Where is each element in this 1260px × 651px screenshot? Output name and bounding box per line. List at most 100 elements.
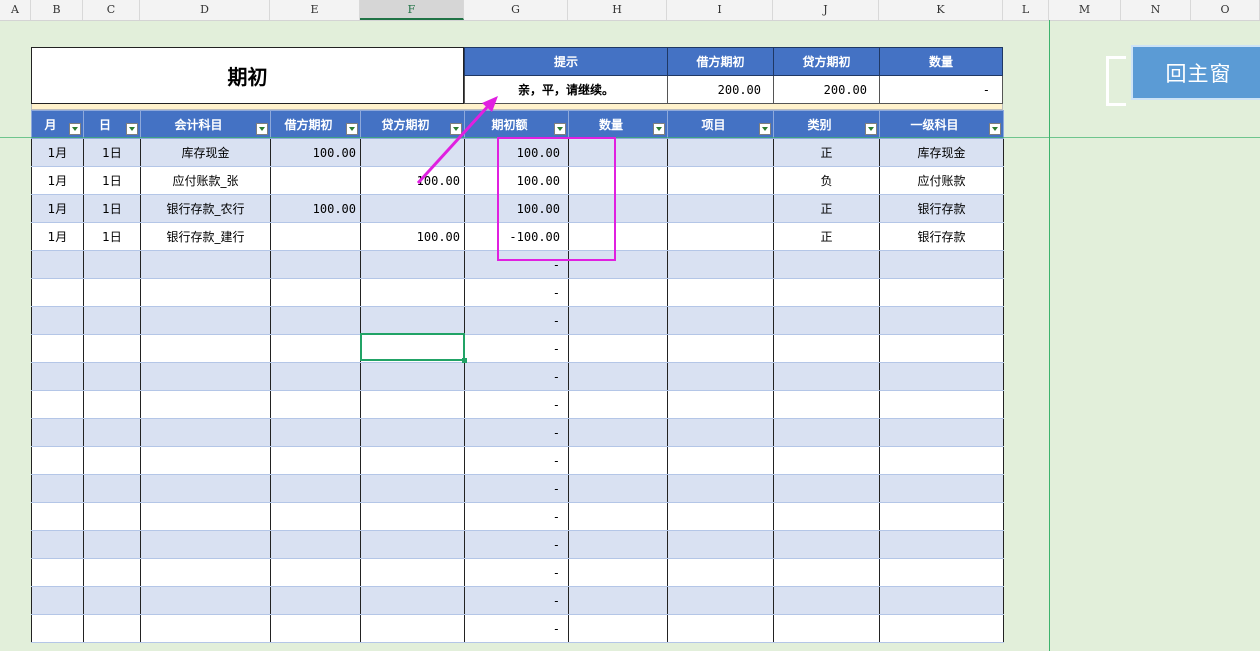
table-header-cell[interactable]: 贷方期初 [360,110,465,139]
table-cell[interactable] [879,418,1004,447]
table-cell[interactable]: 应付账款 [879,166,1004,195]
table-cell[interactable] [83,446,141,475]
table-cell[interactable]: - [464,362,569,391]
table-cell[interactable]: - [464,390,569,419]
table-cell[interactable] [270,166,361,195]
table-cell[interactable] [773,306,880,335]
table-cell[interactable] [360,474,465,503]
filter-dropdown-icon[interactable] [126,123,138,135]
table-cell[interactable]: - [464,334,569,363]
table-cell[interactable] [773,362,880,391]
table-cell[interactable] [140,502,271,531]
table-cell[interactable] [31,474,84,503]
table-cell[interactable] [270,614,361,643]
table-cell[interactable] [360,362,465,391]
table-cell[interactable] [270,530,361,559]
table-cell[interactable] [360,558,465,587]
table-cell[interactable]: - [464,306,569,335]
table-cell[interactable]: 负 [773,166,880,195]
table-cell[interactable] [140,558,271,587]
table-cell[interactable] [270,502,361,531]
table-cell[interactable] [667,362,774,391]
table-cell[interactable]: - [464,586,569,615]
table-cell[interactable]: 100.00 [270,194,361,223]
table-cell[interactable] [31,530,84,559]
table-cell[interactable] [270,446,361,475]
table-cell[interactable] [773,474,880,503]
table-cell[interactable] [667,390,774,419]
table-cell[interactable] [568,530,668,559]
table-cell[interactable] [879,278,1004,307]
filter-dropdown-icon[interactable] [346,123,358,135]
table-cell[interactable]: - [464,474,569,503]
table-cell[interactable] [140,362,271,391]
table-cell[interactable] [31,418,84,447]
table-cell[interactable] [879,474,1004,503]
table-cell[interactable]: - [464,418,569,447]
table-cell[interactable] [140,418,271,447]
table-cell[interactable] [83,614,141,643]
table-cell[interactable] [667,502,774,531]
table-cell[interactable] [83,474,141,503]
table-cell[interactable]: 1日 [83,166,141,195]
filter-dropdown-icon[interactable] [759,123,771,135]
table-cell[interactable] [360,586,465,615]
table-cell[interactable] [83,558,141,587]
table-cell[interactable] [568,446,668,475]
table-cell[interactable] [667,474,774,503]
summary-value-1[interactable]: 200.00 [668,76,774,104]
table-cell[interactable] [667,278,774,307]
table-cell[interactable]: - [464,558,569,587]
table-cell[interactable] [568,306,668,335]
column-header-k[interactable]: K [879,0,1003,20]
table-cell[interactable] [140,586,271,615]
table-header-cell[interactable]: 月 [31,110,84,139]
table-cell[interactable] [83,586,141,615]
table-cell[interactable]: 1月 [31,222,84,251]
table-cell[interactable]: - [464,278,569,307]
table-cell[interactable] [360,194,465,223]
table-cell[interactable] [270,362,361,391]
table-cell[interactable] [360,530,465,559]
table-cell[interactable]: 1月 [31,138,84,167]
table-cell[interactable] [667,558,774,587]
table-cell[interactable] [568,390,668,419]
table-cell[interactable] [31,558,84,587]
table-cell[interactable] [83,530,141,559]
table-cell[interactable] [773,334,880,363]
filter-dropdown-icon[interactable] [69,123,81,135]
table-cell[interactable] [773,558,880,587]
table-cell[interactable] [31,390,84,419]
table-cell[interactable]: 库存现金 [879,138,1004,167]
table-cell[interactable] [879,558,1004,587]
table-cell[interactable] [879,250,1004,279]
table-cell[interactable] [667,530,774,559]
table-cell[interactable]: - [464,530,569,559]
table-cell[interactable] [83,306,141,335]
column-header-g[interactable]: G [464,0,568,20]
table-cell[interactable] [568,334,668,363]
column-header-a[interactable]: A [0,0,31,20]
table-cell[interactable] [773,446,880,475]
table-header-cell[interactable]: 一级科目 [879,110,1004,139]
table-cell[interactable] [31,278,84,307]
table-cell[interactable] [270,250,361,279]
table-cell[interactable] [879,530,1004,559]
column-header-c[interactable]: C [83,0,140,20]
table-cell[interactable] [31,614,84,643]
table-cell[interactable]: 100.00 [360,222,465,251]
table-cell[interactable] [83,250,141,279]
table-cell[interactable]: 银行存款_农行 [140,194,271,223]
table-cell[interactable] [667,306,774,335]
table-cell[interactable] [667,334,774,363]
table-cell[interactable] [270,306,361,335]
table-cell[interactable] [31,306,84,335]
table-cell[interactable] [667,194,774,223]
table-cell[interactable] [270,586,361,615]
table-cell[interactable]: 100.00 [270,138,361,167]
table-cell[interactable] [31,334,84,363]
table-cell[interactable] [140,614,271,643]
filter-dropdown-icon[interactable] [989,123,1001,135]
table-cell[interactable] [270,278,361,307]
table-cell[interactable] [31,250,84,279]
